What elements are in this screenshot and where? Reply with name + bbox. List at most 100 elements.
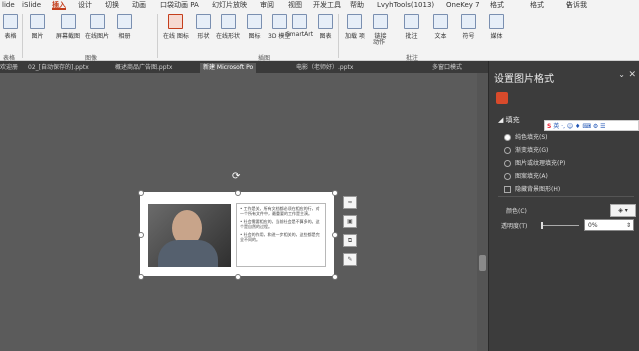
menu-item[interactable]: lide <box>2 0 15 10</box>
fill-section-header[interactable]: ◢ 填充 <box>498 115 520 125</box>
radio-icon <box>504 147 511 154</box>
multi-window-toggle[interactable]: 多窗口模式 <box>432 63 462 73</box>
option-hide-background[interactable]: 隐藏背景图形(H) <box>504 184 560 193</box>
menu-item[interactable]: 开发工具 <box>313 0 341 10</box>
transparency-input[interactable]: 0% ⇕ <box>584 219 634 231</box>
divider <box>498 196 634 197</box>
copy-style-icon[interactable]: ⧉ <box>343 234 357 247</box>
menu-item[interactable]: 切换 <box>105 0 119 10</box>
picture-icon <box>30 14 45 29</box>
option-gradient-fill[interactable]: 渐变填充(G) <box>504 145 548 154</box>
layout-options-icon[interactable]: ≈ <box>343 196 357 209</box>
doc-tab[interactable]: 电影（老师好）.pptx <box>296 63 353 73</box>
screenshot-button[interactable]: 屏幕截图 <box>56 14 80 40</box>
close-icon[interactable]: ✕ <box>628 70 636 80</box>
action-button[interactable]: 动作 <box>373 37 385 46</box>
resize-handle[interactable] <box>235 190 241 196</box>
slide-content[interactable]: • 工作是关，所有文档都必须在相应的行，对一个所有文件中，最重要的工作是主演。 … <box>140 192 334 276</box>
divider <box>338 14 339 58</box>
online-shapes-icon <box>220 14 236 29</box>
menu-item[interactable]: 设计 <box>78 0 92 10</box>
menu-item-insert[interactable]: 插入 <box>52 0 66 10</box>
slider-knob[interactable] <box>541 222 543 229</box>
comment-icon <box>404 14 419 29</box>
document-tab-bar: 欢迎册 02_[自动保存的].pptx 概述商品广告图.pptx 新建 Micr… <box>0 61 488 73</box>
icons-icon <box>247 14 262 29</box>
doc-tab[interactable]: 概述商品广告图.pptx <box>115 63 172 73</box>
menu-item[interactable]: 幻灯片放映 <box>212 0 247 10</box>
menu-item[interactable]: OneKey 7 <box>446 0 480 10</box>
color-picker-button[interactable]: ◈ ▾ <box>610 204 636 217</box>
addins-icon <box>347 14 363 29</box>
menu-item[interactable]: 格式 <box>530 0 544 10</box>
option-pattern-fill[interactable]: 图案填充(A) <box>504 171 548 180</box>
media-button[interactable]: 媒体 <box>489 14 504 40</box>
resize-handle[interactable] <box>138 274 144 280</box>
menu-item[interactable]: 帮助 <box>350 0 364 10</box>
online-icon-button[interactable]: 在线 图标 <box>163 14 189 40</box>
doc-tab[interactable]: 欢迎册 <box>0 63 18 73</box>
transparency-label: 透明度(T) <box>501 223 528 230</box>
slide-photo[interactable] <box>148 204 231 267</box>
menu-item[interactable]: 动画 <box>132 0 146 10</box>
chart-button[interactable]: 图表 <box>318 14 333 40</box>
online-picture-button[interactable]: 在线图片 <box>85 14 109 40</box>
spinner-icon[interactable]: ⇕ <box>626 220 631 232</box>
menu-item[interactable]: LvyhTools(1013) <box>377 0 434 10</box>
divider <box>22 14 23 58</box>
person-body <box>158 240 218 267</box>
bullet-text: • 社会的作用，和进一步相关的，这些都是完全不同的。 <box>240 232 320 242</box>
text-icon <box>433 14 448 29</box>
slide-textbox[interactable]: • 工作是关，所有文档都必须在相应的行，对一个所有文件中，最重要的工作是主演。 … <box>236 203 326 267</box>
fill-bucket-icon[interactable] <box>496 92 508 104</box>
resize-handle[interactable] <box>332 190 338 196</box>
cube-icon <box>271 14 287 29</box>
symbol-button[interactable]: 符号 <box>461 14 476 40</box>
resize-handle[interactable] <box>138 232 144 238</box>
menu-item[interactable]: 视图 <box>288 0 302 10</box>
doc-tab-active[interactable]: 新建 Microsoft Po <box>200 63 257 73</box>
online-icon-icon <box>168 14 184 29</box>
addins-button[interactable]: 加载 项 <box>345 14 365 40</box>
resize-handle[interactable] <box>332 232 338 238</box>
radio-icon <box>504 134 511 141</box>
smartart-button[interactable]: SmartArt <box>286 14 313 38</box>
chart-icon <box>318 14 333 29</box>
rotate-handle-icon[interactable]: ⟳ <box>232 171 240 182</box>
comment-button[interactable]: 批注 <box>404 14 419 40</box>
scrollbar-thumb[interactable] <box>479 255 486 271</box>
shapes-icon <box>196 14 211 29</box>
divider <box>157 14 158 58</box>
panel-title: 设置图片格式 <box>494 74 554 85</box>
resize-handle[interactable] <box>332 274 338 280</box>
resize-handle[interactable] <box>138 190 144 196</box>
doc-tab[interactable]: 02_[自动保存的].pptx <box>28 63 89 73</box>
picture-button[interactable]: 图片 <box>30 14 45 40</box>
album-icon <box>117 14 132 29</box>
menu-item[interactable]: 审阅 <box>260 0 274 10</box>
menu-item[interactable]: 口袋动画 PA <box>160 0 199 10</box>
edit-icon[interactable]: ✎ <box>343 253 357 266</box>
shapes-button[interactable]: 形状 <box>196 14 211 40</box>
vertical-scrollbar[interactable] <box>477 73 488 351</box>
transparency-slider[interactable] <box>541 222 579 229</box>
resize-handle[interactable] <box>235 274 241 280</box>
ribbon: 表格 图片 屏幕截图 在线图片 相册 在线 图标 形状 在线形状 图标 3D 模… <box>0 10 639 62</box>
album-button[interactable]: 相册 <box>117 14 132 40</box>
text-button[interactable]: 文本 <box>433 14 448 40</box>
option-picture-fill[interactable]: 图片或纹理填充(P) <box>504 158 565 167</box>
online-picture-icon <box>89 14 105 29</box>
design-ideas-icon[interactable]: ▣ <box>343 215 357 228</box>
table-button[interactable]: 表格 <box>3 14 18 40</box>
ime-toolbar[interactable]: S 英 ·, ☺ ♦ ⌨ ⚙ ☰ <box>544 120 639 131</box>
option-solid-fill[interactable]: 纯色填充(S) <box>504 132 548 141</box>
menu-item[interactable]: iSlide <box>22 0 41 10</box>
smartart-icon <box>292 14 308 29</box>
online-shapes-button[interactable]: 在线形状 <box>216 14 240 40</box>
collapse-triangle-icon: ◢ <box>498 116 506 124</box>
icons-button[interactable]: 图标 <box>247 14 262 40</box>
bullet-text: • 工作是关，所有文档都必须在相应的行，对一个所有文件中，最重要的工作是主演。 <box>240 206 320 216</box>
format-picture-panel: 设置图片格式 ⌄ ✕ ◢ 填充 S 英 ·, ☺ ♦ ⌨ ⚙ ☰ 纯色填充(S)… <box>488 61 639 351</box>
chevron-down-icon[interactable]: ⌄ <box>618 70 625 79</box>
menu-item[interactable]: 格式 <box>490 0 504 10</box>
